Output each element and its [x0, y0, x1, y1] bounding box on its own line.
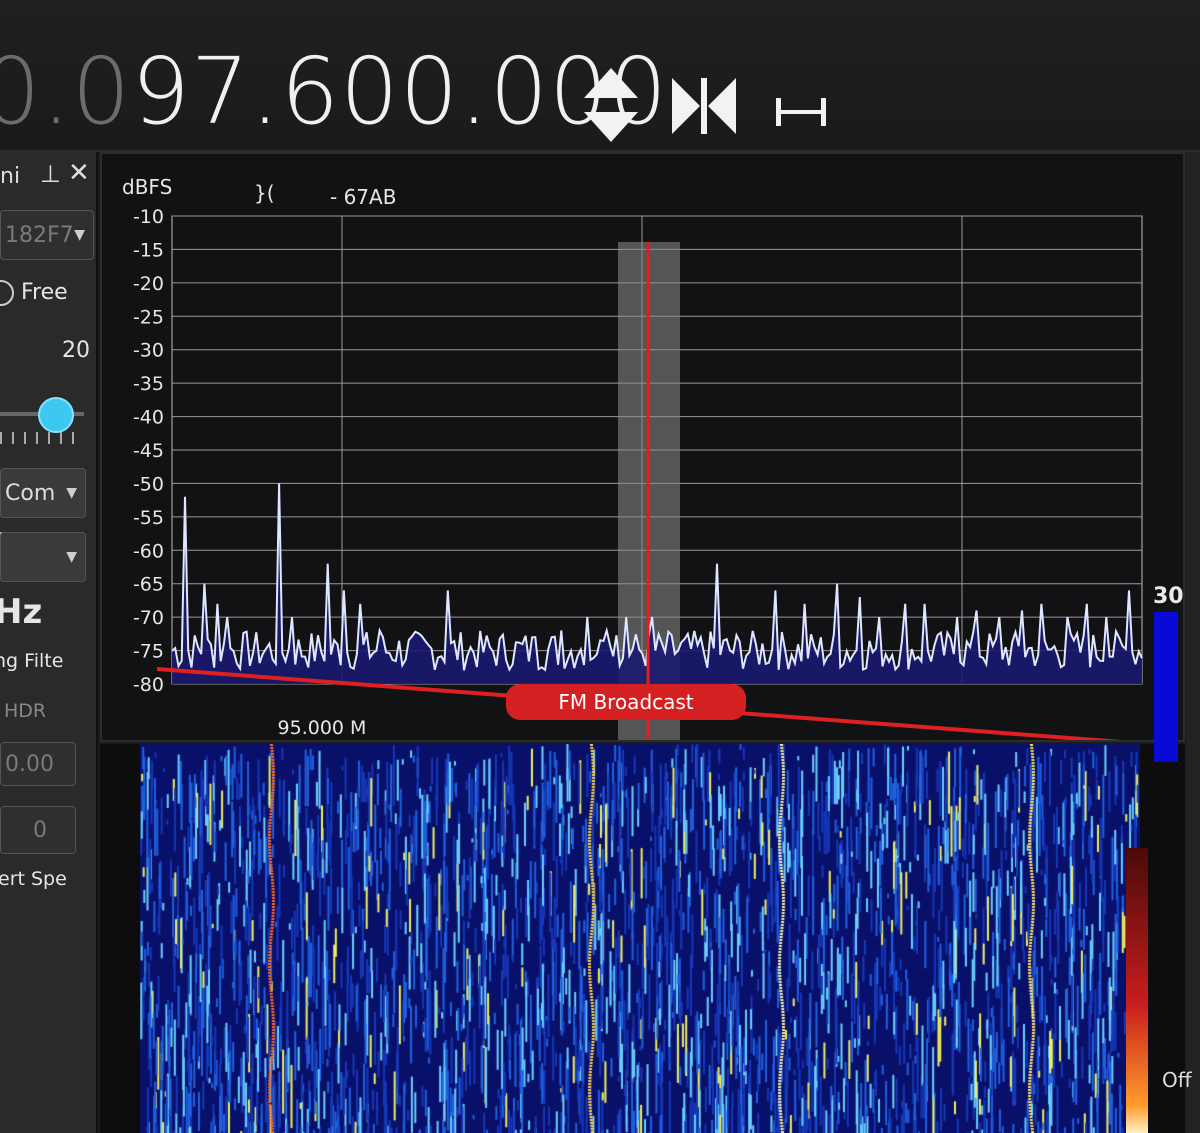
offset-label: Off	[1162, 1068, 1192, 1092]
y-tick-label: -75	[133, 641, 164, 663]
gain-value: 20	[62, 338, 90, 363]
zoom-icon[interactable]: }(	[254, 181, 275, 205]
invert-spectrum-label: ert Spe	[0, 868, 67, 890]
chevron-down-icon: ▼	[66, 485, 77, 501]
band-label-text: FM Broadcast	[558, 690, 693, 714]
rate-select[interactable]: ▼	[0, 532, 86, 582]
zero-spinbox[interactable]: 0	[0, 806, 76, 854]
y-tick-label: -65	[133, 574, 164, 596]
y-tick-label: -55	[133, 507, 164, 529]
y-tick-label: -15	[133, 239, 164, 261]
waterfall-panel	[100, 744, 1185, 1133]
x-tick-label: 95.000 M	[278, 717, 367, 739]
y-tick-label: -10	[133, 206, 164, 228]
pin-icon[interactable]: ⊥	[40, 160, 61, 188]
y-tick-label: -80	[133, 674, 164, 696]
offset-spinbox[interactable]: 0.00	[0, 742, 76, 786]
y-tick-label: -25	[133, 306, 164, 328]
panel-title: ni	[0, 164, 21, 189]
device-select[interactable]: 182F7 ▼	[0, 210, 94, 260]
span-icon[interactable]	[772, 94, 830, 130]
frequency-display[interactable]: 0.097.600.000	[0, 38, 668, 145]
gain-slider-knob[interactable]	[38, 397, 74, 433]
mode-select-value: Com	[5, 481, 56, 506]
y-tick-label: -50	[133, 473, 164, 495]
center-tune-icon[interactable]	[668, 72, 740, 140]
waterfall-color-scale	[1126, 848, 1148, 1133]
source-panel: ni ⊥ ✕ 182F7 ▼ Free 20 Com ▼ ▼ Hz ng Fil…	[0, 152, 98, 1133]
band-label[interactable]: FM Broadcast	[506, 684, 746, 720]
y-tick-label: -20	[133, 273, 164, 295]
updown-arrows-icon[interactable]	[580, 62, 642, 146]
y-tick-label: -35	[133, 373, 164, 395]
y-tick-label: -45	[133, 440, 164, 462]
waterfall-display[interactable]	[140, 744, 1140, 1133]
y-unit-label: dBFS	[122, 175, 172, 199]
chevron-down-icon: ▼	[66, 549, 77, 565]
device-select-value: 182F7	[5, 223, 74, 248]
radio-icon	[0, 280, 14, 306]
close-icon[interactable]: ✕	[68, 158, 90, 188]
y-axis: -10 -15 -20 -25 -30 -35 -40 -45 -50 -55 -60 -65 -70 -…	[133, 206, 164, 696]
frequency-prefix: 0.0	[0, 38, 132, 145]
free-label: Free	[21, 280, 68, 305]
slider-ticks-bottom	[0, 432, 84, 444]
offset-spinbox-value: 0.00	[5, 752, 54, 777]
level-value: 30	[1153, 584, 1184, 609]
unit-label: Hz	[0, 592, 43, 632]
y-tick-label: -30	[133, 340, 164, 362]
frequency-bar: 0.097.600.000	[0, 0, 1200, 152]
spectrum-panel: dBFS }( - 67AB -10 -15 -20 -25 -30 -35 -40 -45-…	[100, 152, 1185, 742]
filter-label: ng Filte	[0, 650, 64, 672]
spectrum-plot[interactable]: dBFS }( - 67AB -10-15-20-25-30-35-40-45-…	[102, 154, 1183, 740]
mode-select[interactable]: Com ▼	[0, 468, 86, 518]
level-meter	[1154, 612, 1178, 762]
y-tick-label: -40	[133, 407, 164, 429]
right-strip	[1186, 152, 1200, 1133]
level-readout: - 67AB	[330, 185, 396, 209]
y-tick-label: -60	[133, 540, 164, 562]
hdr-label: HDR	[4, 700, 47, 722]
chevron-down-icon: ▼	[74, 227, 85, 243]
y-tick-label: -70	[133, 607, 164, 629]
zero-spinbox-value: 0	[33, 818, 47, 843]
free-radio[interactable]: Free	[0, 280, 68, 306]
